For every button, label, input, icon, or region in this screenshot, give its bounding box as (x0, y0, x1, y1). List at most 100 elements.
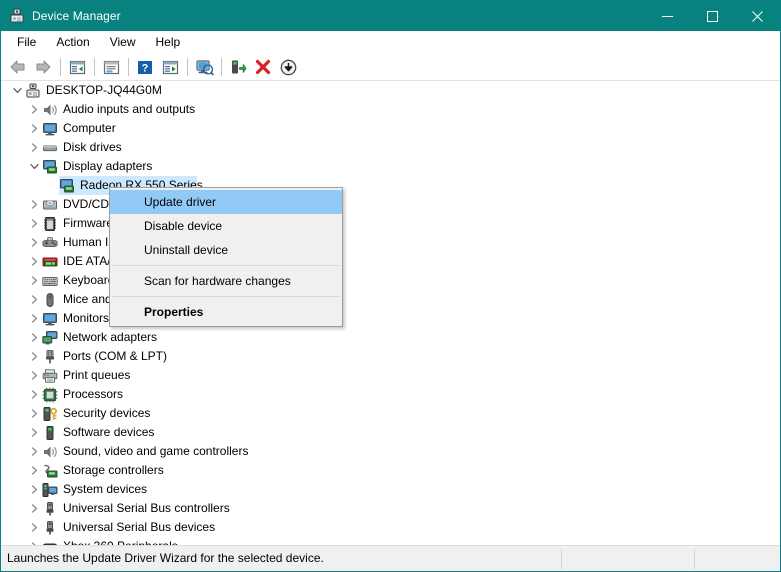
chevron-right-icon[interactable] (26, 442, 42, 461)
disk-drive-icon (42, 140, 58, 156)
context-menu-item-uninstall-device[interactable]: Uninstall device (110, 238, 342, 262)
context-menu-item-disable-device[interactable]: Disable device (110, 214, 342, 238)
help-button[interactable]: ? (133, 56, 157, 78)
context-menu-item-scan-for-hardware-changes[interactable]: Scan for hardware changes (110, 269, 342, 293)
tree-item[interactable]: Sound, video and game controllers (1, 442, 780, 461)
tree-item-label: Ports (COM & LPT) (63, 349, 168, 363)
chevron-right-icon[interactable] (26, 537, 42, 545)
chevron-down-icon[interactable] (9, 81, 25, 100)
tree-item-label: Xbox 360 Peripherals (63, 537, 178, 545)
menu-action[interactable]: Action (46, 32, 99, 53)
title-bar[interactable]: Device Manager (1, 1, 780, 31)
toolbar-separator (60, 58, 61, 76)
properties-button[interactable] (99, 56, 123, 78)
chevron-right-icon[interactable] (26, 461, 42, 480)
tree-item-label: Security devices (63, 406, 151, 420)
show-hide-action-pane-button[interactable] (158, 56, 182, 78)
tree-item[interactable]: Xbox 360 Peripherals (1, 537, 780, 545)
context-menu-separator (112, 296, 340, 297)
tree-item[interactable]: Network adapters (1, 328, 780, 347)
minimize-button[interactable] (645, 1, 690, 31)
security-device-icon (42, 406, 58, 422)
chevron-right-icon[interactable] (26, 499, 42, 518)
tree-item[interactable]: Computer (1, 119, 780, 138)
hid-icon (42, 235, 58, 251)
tree-item[interactable]: Software devices (1, 423, 780, 442)
disable-device-button[interactable] (276, 56, 300, 78)
chevron-right-icon[interactable] (26, 328, 42, 347)
tree-item-label: Disk drives (63, 140, 122, 154)
chevron-right-icon[interactable] (26, 366, 42, 385)
context-menu-item-properties[interactable]: Properties (110, 300, 342, 324)
tree-item-label: Software devices (63, 425, 155, 439)
tree-item[interactable]: Display adapters (1, 157, 780, 176)
tree-item[interactable]: Universal Serial Bus controllers (1, 499, 780, 518)
tree-item[interactable]: Processors (1, 385, 780, 404)
chevron-down-icon[interactable] (26, 157, 42, 176)
toolbar-separator (187, 58, 188, 76)
tree-item-label: Computer (63, 121, 116, 135)
uninstall-device-button[interactable] (251, 56, 275, 78)
chevron-right-icon[interactable] (26, 195, 42, 214)
chevron-right-icon[interactable] (26, 404, 42, 423)
scan-for-hardware-changes-button[interactable] (192, 56, 216, 78)
display-adapter-icon (59, 178, 75, 194)
tree-item[interactable]: System devices (1, 480, 780, 499)
chevron-right-icon[interactable] (26, 100, 42, 119)
forward-button[interactable] (31, 56, 55, 78)
chevron-right-icon[interactable] (26, 138, 42, 157)
tree-item[interactable]: Universal Serial Bus devices (1, 518, 780, 537)
menu-file[interactable]: File (7, 32, 46, 53)
tree-item[interactable]: Security devices (1, 404, 780, 423)
chevron-right-icon[interactable] (26, 119, 42, 138)
chevron-right-icon[interactable] (26, 214, 42, 233)
toolbar-separator (128, 58, 129, 76)
tree-item[interactable]: Ports (COM & LPT) (1, 347, 780, 366)
chevron-right-icon[interactable] (26, 423, 42, 442)
chevron-right-icon[interactable] (26, 518, 42, 537)
tree-item[interactable]: Disk drives (1, 138, 780, 157)
usb-icon (42, 520, 58, 536)
software-device-icon (42, 425, 58, 441)
printer-icon (42, 368, 58, 384)
device-manager-window: Device Manager File Action View Help ? D… (0, 0, 781, 572)
tree-item[interactable]: Audio inputs and outputs (1, 100, 780, 119)
system-device-icon (42, 482, 58, 498)
usb-icon (42, 501, 58, 517)
chevron-right-icon[interactable] (26, 271, 42, 290)
tree-item-label: DESKTOP-JQ44G0M (46, 83, 162, 97)
dvd-drive-icon (42, 197, 58, 213)
chevron-right-icon[interactable] (26, 347, 42, 366)
chevron-right-icon[interactable] (26, 233, 42, 252)
back-button[interactable] (6, 56, 30, 78)
tree-twisty-placeholder (43, 176, 59, 195)
svg-text:?: ? (142, 62, 149, 74)
menu-help[interactable]: Help (146, 32, 191, 53)
chevron-right-icon[interactable] (26, 290, 42, 309)
maximize-button[interactable] (690, 1, 735, 31)
tree-item[interactable]: Print queues (1, 366, 780, 385)
tree-root[interactable]: DESKTOP-JQ44G0M (1, 81, 780, 100)
chevron-right-icon[interactable] (26, 309, 42, 328)
window-title: Device Manager (32, 9, 121, 23)
menu-bar: File Action View Help (1, 31, 780, 54)
chevron-right-icon[interactable] (26, 385, 42, 404)
toolbar-separator (94, 58, 95, 76)
update-driver-software-button[interactable] (226, 56, 250, 78)
tree-item-label: Universal Serial Bus devices (63, 520, 216, 534)
tree-item[interactable]: Storage controllers (1, 461, 780, 480)
tree-item-label: Display adapters (63, 159, 153, 173)
tree-item-label: Processors (63, 387, 124, 401)
show-hide-console-tree-button[interactable] (65, 56, 89, 78)
chevron-right-icon[interactable] (26, 252, 42, 271)
context-menu[interactable]: Update driver Disable device Uninstall dev… (109, 187, 343, 327)
computer-root-icon (25, 83, 41, 99)
context-menu-item-update-driver[interactable]: Update driver (110, 190, 342, 214)
speaker-icon (42, 444, 58, 460)
close-button[interactable] (735, 1, 780, 31)
status-bar-divider (561, 549, 562, 569)
menu-view[interactable]: View (100, 32, 146, 53)
tree-item-label: Storage controllers (63, 463, 164, 477)
chevron-right-icon[interactable] (26, 480, 42, 499)
device-manager-icon (9, 8, 25, 24)
